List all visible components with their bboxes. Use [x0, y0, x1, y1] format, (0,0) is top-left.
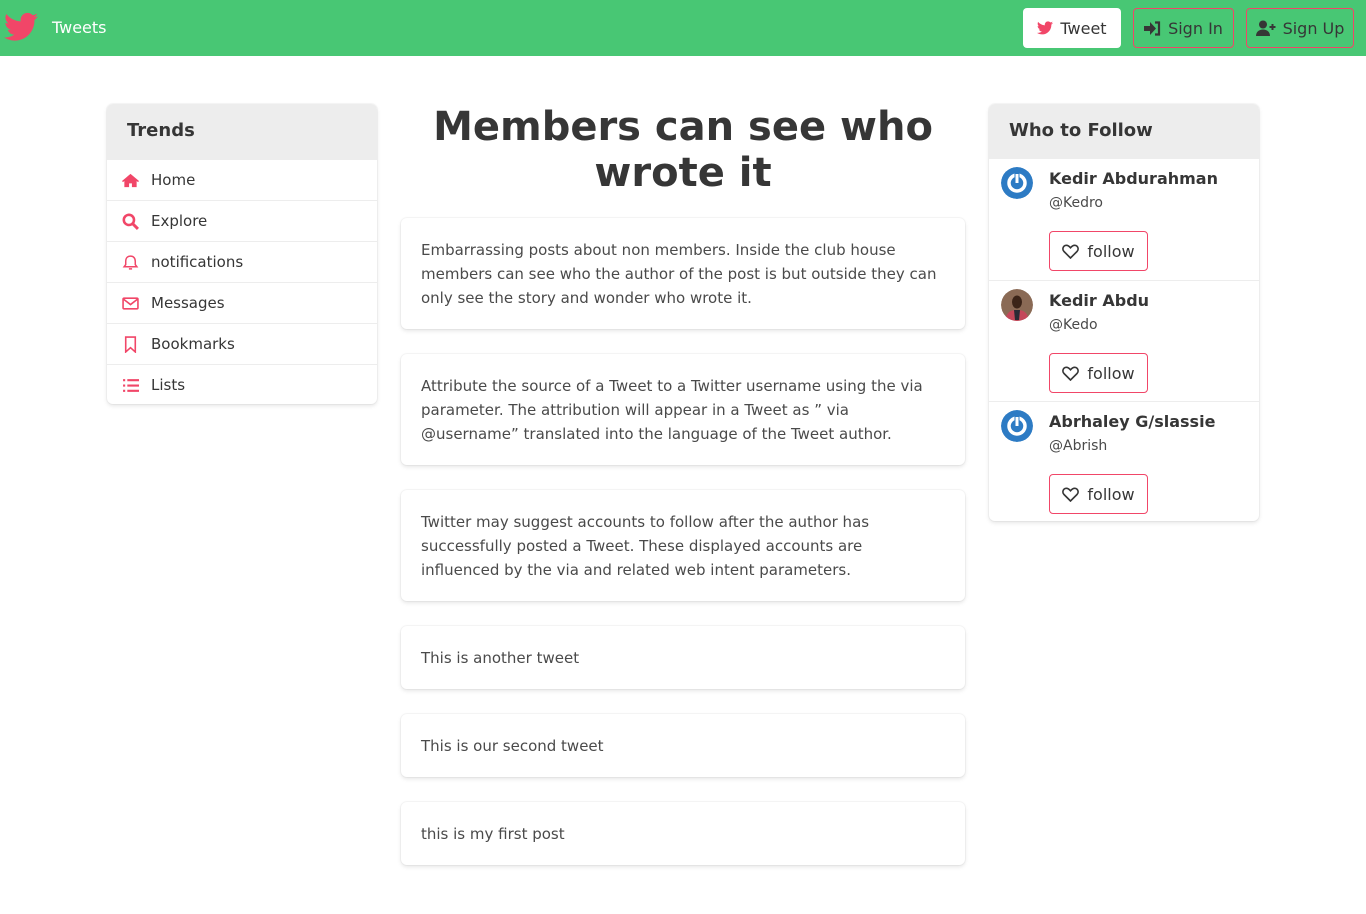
navbar: Tweets Tweet Sign In Sign Up [0, 0, 1366, 56]
follow-item: Kedir Abdurahman @Kedro follow [989, 159, 1259, 280]
tweet-card: This is another tweet [401, 626, 965, 689]
tweet-button[interactable]: Tweet [1023, 8, 1121, 48]
avatar [1001, 167, 1033, 199]
follow-button[interactable]: follow [1049, 353, 1148, 393]
follow-button-label: follow [1087, 484, 1135, 504]
sidebar-item-label: Lists [151, 376, 186, 394]
heart-icon [1062, 487, 1080, 502]
sign-in-icon [1144, 20, 1161, 36]
sidebar-item-notifications[interactable]: notifications [107, 241, 377, 282]
page-title: Members can see who wrote it [433, 104, 933, 196]
tweet-card: Attribute the source of a Tweet to a Twi… [401, 354, 965, 465]
user-name[interactable]: Abrhaley G/slassie [1049, 412, 1215, 431]
user-handle: @Kedo [1049, 317, 1098, 333]
sidebar-item-label: Explore [151, 212, 208, 230]
envelope-icon [122, 296, 139, 310]
tweet-button-label: Tweet [1060, 18, 1107, 38]
tweet-card: this is my first post [401, 802, 965, 865]
home-icon [122, 173, 139, 187]
who-to-follow-title: Who to Follow [989, 104, 1259, 159]
twitter-icon [1037, 21, 1054, 35]
sidebar-item-label: Bookmarks [151, 335, 235, 353]
bookmark-icon [124, 335, 137, 353]
tweet-card: Embarrassing posts about non members. In… [401, 218, 965, 329]
sidebar-item-bookmarks[interactable]: Bookmarks [107, 323, 377, 364]
user-handle: @Abrish [1049, 438, 1108, 454]
twitter-logo-icon[interactable] [4, 12, 38, 42]
avatar [1001, 289, 1033, 321]
avatar [1001, 410, 1033, 442]
user-handle: @Kedro [1049, 195, 1103, 211]
sign-in-label: Sign In [1168, 18, 1223, 38]
brand-link[interactable]: Tweets [52, 18, 107, 37]
sidebar-item-label: Home [151, 171, 196, 189]
list-icon [123, 378, 139, 392]
sidebar-item-explore[interactable]: Explore [107, 200, 377, 241]
sign-up-button[interactable]: Sign Up [1246, 8, 1354, 48]
sign-in-button[interactable]: Sign In [1133, 8, 1234, 48]
sidebar-item-label: notifications [151, 253, 244, 271]
user-name[interactable]: Kedir Abdu [1049, 291, 1149, 310]
trends-panel: Trends Home Explore notifications Messag… [107, 104, 377, 404]
follow-button-label: follow [1087, 241, 1135, 261]
bell-icon [122, 254, 139, 270]
who-to-follow-panel: Who to Follow Kedir Abdurahman @Kedro fo… [989, 104, 1259, 521]
heart-icon [1062, 244, 1080, 259]
sign-up-label: Sign Up [1282, 18, 1345, 38]
tweet-card: This is our second tweet [401, 714, 965, 777]
heart-icon [1062, 366, 1080, 381]
follow-item: Kedir Abdu @Kedo follow [989, 280, 1259, 401]
follow-button[interactable]: follow [1049, 474, 1148, 514]
sidebar-item-messages[interactable]: Messages [107, 282, 377, 323]
user-name[interactable]: Kedir Abdurahman [1049, 169, 1218, 188]
follow-button-label: follow [1087, 363, 1135, 383]
sidebar-item-home[interactable]: Home [107, 159, 377, 200]
sidebar-item-label: Messages [151, 294, 225, 312]
trends-title: Trends [107, 104, 377, 159]
search-icon [122, 213, 139, 230]
tweet-card: Twitter may suggest accounts to follow a… [401, 490, 965, 601]
sidebar-item-lists[interactable]: Lists [107, 364, 377, 405]
follow-button[interactable]: follow [1049, 231, 1148, 271]
user-plus-icon [1255, 20, 1276, 36]
follow-item: Abrhaley G/slassie @Abrish follow [989, 401, 1259, 522]
